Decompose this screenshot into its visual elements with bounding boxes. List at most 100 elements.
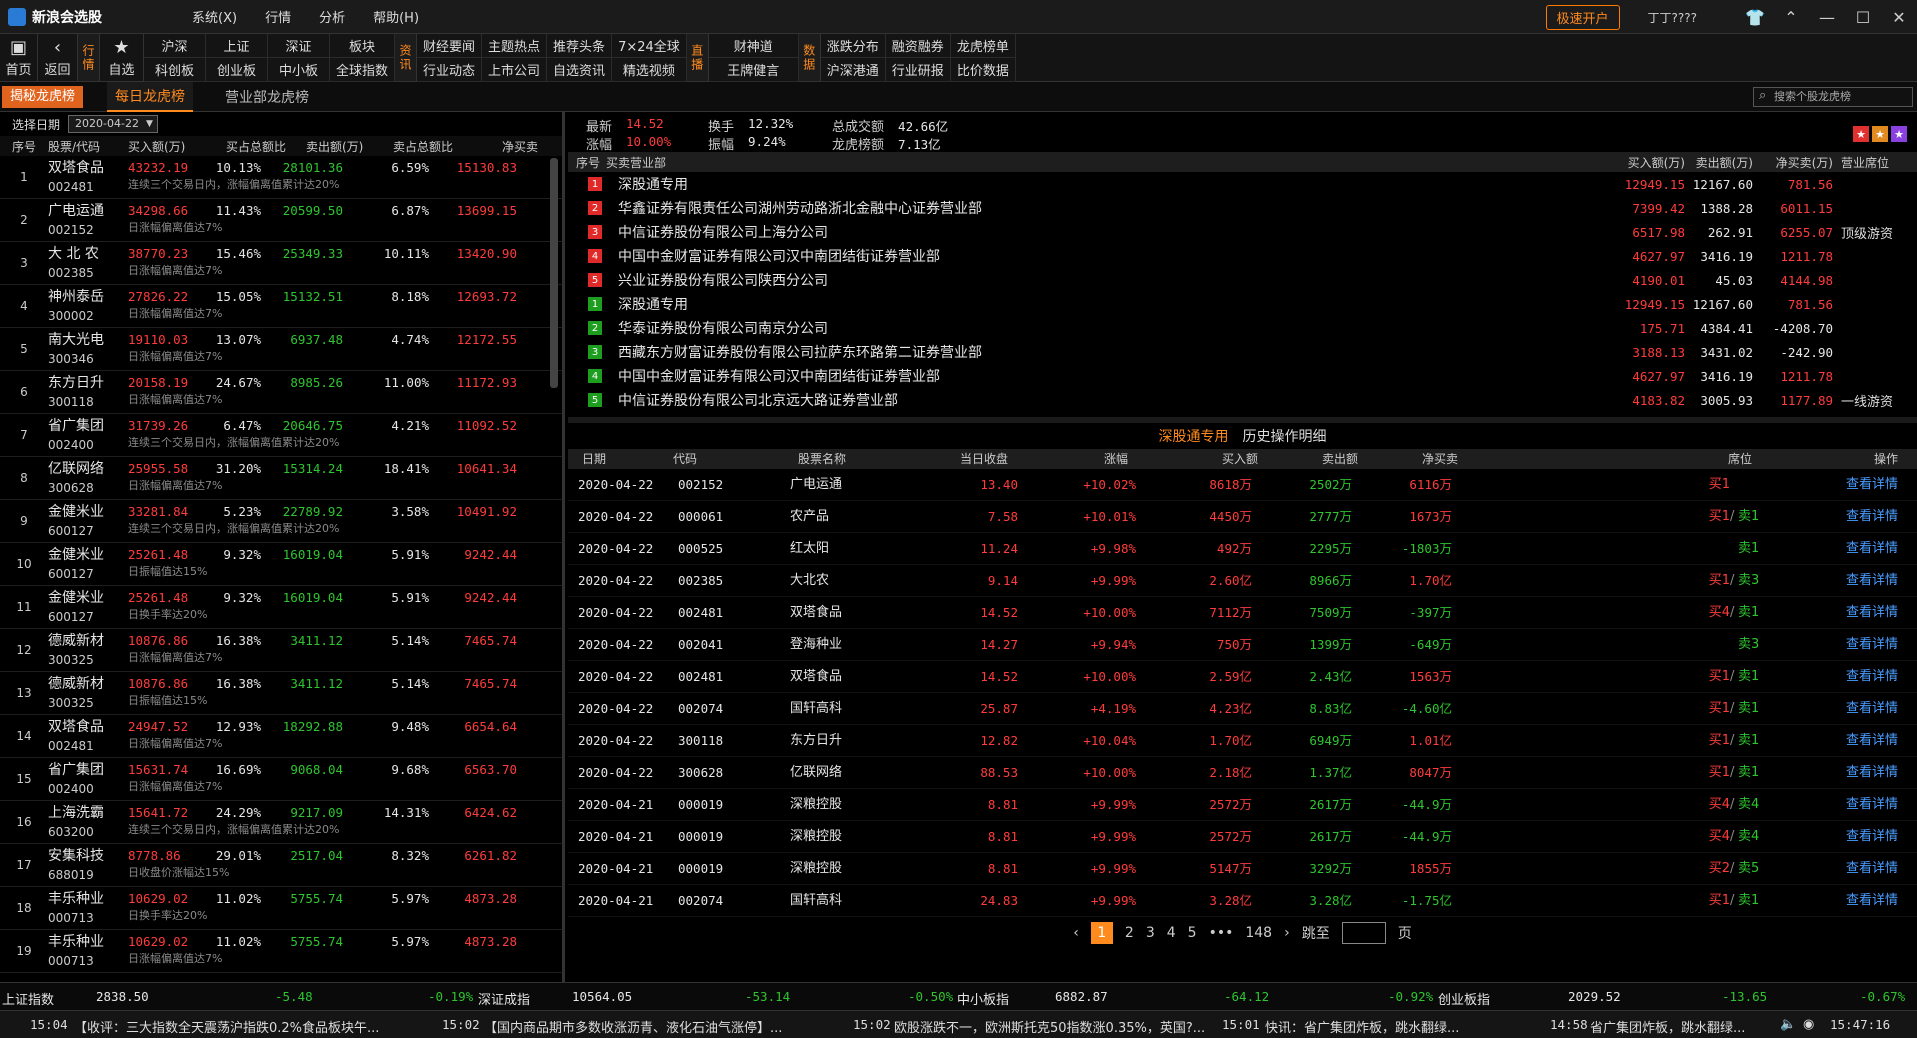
tb-bankuai[interactable]: 板块 bbox=[330, 34, 396, 58]
stock-name[interactable]: 金健米业 bbox=[48, 502, 128, 522]
lhb-row[interactable]: 1 双塔食品 002481 43232.19 10.13% 28101.36 6.59% 15… bbox=[0, 156, 562, 199]
stock-name[interactable]: 省广集团 bbox=[48, 760, 128, 780]
home-button[interactable]: ▣ 首页 bbox=[0, 34, 38, 81]
tb-global-724[interactable]: 7×24全球 bbox=[612, 34, 687, 58]
menu-market[interactable]: 行情 bbox=[265, 7, 291, 26]
index-name[interactable]: 上证指数 bbox=[2, 989, 54, 1008]
tb-headlines[interactable]: 推荐头条 bbox=[547, 34, 613, 58]
view-detail-link[interactable]: 查看详情 bbox=[1846, 725, 1898, 757]
stock-name[interactable]: 德威新材 bbox=[48, 674, 128, 694]
lhb-row[interactable]: 2 广电运通 002152 34298.66 11.43% 20599.50 6.87% 13… bbox=[0, 199, 562, 242]
broker-row[interactable]: 4 中国中金财富证券有限公司汉中南团结街证券营业部 4627.97 3416.19 12… bbox=[568, 244, 1917, 268]
lhb-row[interactable]: 17 安集科技 688019 8778.86 29.01% 2517.04 8.32% 626… bbox=[0, 844, 562, 887]
user-name[interactable]: 丁丁???? bbox=[1648, 9, 1697, 26]
detail-row[interactable]: 2020-04-21 000019 深粮控股 8.81 +9.99% 2572万 2617万… bbox=[568, 789, 1917, 821]
broker-row[interactable]: 5 兴业证券股份有限公司陕西分公司 4190.01 45.03 4144.98 bbox=[568, 268, 1917, 292]
menu-system[interactable]: 系统(X) bbox=[192, 7, 237, 26]
view-detail-link[interactable]: 查看详情 bbox=[1846, 789, 1898, 821]
tb-chuangye[interactable]: 创业板 bbox=[206, 58, 268, 82]
next-page-icon[interactable]: › bbox=[1284, 925, 1290, 941]
lhb-row[interactable]: 12 德威新材 300325 10876.86 16.38% 3411.12 5.14% 74… bbox=[0, 629, 562, 672]
detail-name[interactable]: 深粮控股 bbox=[790, 821, 842, 853]
page-5[interactable]: 5 bbox=[1188, 925, 1197, 941]
detail-row[interactable]: 2020-04-22 000525 红太阳 11.24 +9.98% 492万 2295万 -… bbox=[568, 533, 1917, 565]
tb-hushen[interactable]: 沪深 bbox=[144, 34, 206, 58]
tab-history[interactable]: 历史操作明细 bbox=[1243, 426, 1327, 446]
menu-help[interactable]: 帮助(H) bbox=[373, 7, 419, 26]
detail-row[interactable]: 2020-04-22 300118 东方日升 12.82 +10.04% 1.70亿 694… bbox=[568, 725, 1917, 757]
broker-name[interactable]: 华泰证券股份有限公司南京分公司 bbox=[618, 318, 1258, 338]
list-scrollbar[interactable] bbox=[550, 158, 558, 388]
lhb-row[interactable]: 3 大 北 农 002385 38770.23 15.46% 25349.33 10.11%… bbox=[0, 242, 562, 285]
lhb-row[interactable]: 9 金健米业 600127 33281.84 5.23% 22789.92 3.58% 104… bbox=[0, 500, 562, 543]
tb-research[interactable]: 行业研报 bbox=[885, 58, 951, 82]
broker-name[interactable]: 中国中金财富证券有限公司汉中南团结街证券营业部 bbox=[618, 366, 1258, 386]
detail-row[interactable]: 2020-04-21 002074 国轩高科 24.83 +9.99% 3.28亿 3.28… bbox=[568, 885, 1917, 917]
broker-name[interactable]: 华鑫证券有限责任公司湖州劳动路浙北金融中心证券营业部 bbox=[618, 198, 1258, 218]
stock-name[interactable]: 双塔食品 bbox=[48, 717, 128, 737]
tb-shangzheng[interactable]: 上证 bbox=[206, 34, 268, 58]
lhb-row[interactable]: 16 上海洗霸 603200 15641.72 24.29% 9217.09 14.31% 6… bbox=[0, 801, 562, 844]
view-detail-link[interactable]: 查看详情 bbox=[1846, 469, 1898, 501]
stock-name[interactable]: 省广集团 bbox=[48, 416, 128, 436]
stock-name[interactable]: 德威新材 bbox=[48, 631, 128, 651]
favorites-button[interactable]: ★ 自选 bbox=[100, 34, 144, 81]
view-detail-link[interactable]: 查看详情 bbox=[1846, 533, 1898, 565]
broker-row[interactable]: 3 西藏东方财富证券股份有限公司拉萨东环路第二证券营业部 3188.13 3431.0… bbox=[568, 340, 1917, 364]
index-name[interactable]: 中小板指 bbox=[957, 989, 1009, 1008]
broker-name[interactable]: 兴业证券股份有限公司陕西分公司 bbox=[618, 270, 1258, 290]
menu-analysis[interactable]: 分析 bbox=[319, 7, 345, 26]
back-button[interactable]: ‹ 返回 bbox=[38, 34, 78, 81]
detail-row[interactable]: 2020-04-22 002481 双塔食品 14.52 +10.00% 7112万 750… bbox=[568, 597, 1917, 629]
view-detail-link[interactable]: 查看详情 bbox=[1846, 821, 1898, 853]
stock-name[interactable]: 安集科技 bbox=[48, 846, 128, 866]
view-detail-link[interactable]: 查看详情 bbox=[1846, 661, 1898, 693]
collapse-icon[interactable]: ⌃ bbox=[1773, 8, 1809, 27]
view-detail-link[interactable]: 查看详情 bbox=[1846, 565, 1898, 597]
detail-row[interactable]: 2020-04-21 000019 深粮控股 8.81 +9.99% 5147万 3292万… bbox=[568, 853, 1917, 885]
broker-row[interactable]: 2 华鑫证券有限责任公司湖州劳动路浙北金融中心证券营业部 7399.42 1388.2… bbox=[568, 196, 1917, 220]
lhb-row[interactable]: 4 神州泰岳 300002 27826.22 15.05% 15132.51 8.18% 12… bbox=[0, 285, 562, 328]
star-red-icon[interactable]: ★ bbox=[1853, 126, 1869, 142]
star-orange-icon[interactable]: ★ bbox=[1872, 126, 1888, 142]
open-account-button[interactable]: 极速开户 bbox=[1545, 4, 1620, 30]
stock-name[interactable]: 东方日升 bbox=[48, 373, 128, 393]
tb-caishendao[interactable]: 财神道 bbox=[708, 34, 799, 58]
tab-daily-lhb[interactable]: 每日龙虎榜 bbox=[107, 81, 194, 112]
lhb-row[interactable]: 6 东方日升 300118 20158.19 24.67% 8985.26 11.00% 11… bbox=[0, 371, 562, 414]
close-icon[interactable]: ✕ bbox=[1881, 8, 1917, 27]
detail-row[interactable]: 2020-04-22 002385 大北农 9.14 +9.99% 2.60亿 8966万 1… bbox=[568, 565, 1917, 597]
detail-row[interactable]: 2020-04-21 000019 深粮控股 8.81 +9.99% 2572万 2617万… bbox=[568, 821, 1917, 853]
lhb-row[interactable]: 19 丰乐种业 000713 10629.02 11.02% 5755.74 5.97% 48… bbox=[0, 930, 562, 973]
detail-row[interactable]: 2020-04-22 000061 农产品 7.58 +10.01% 4450万 2777万… bbox=[568, 501, 1917, 533]
view-detail-link[interactable]: 查看详情 bbox=[1846, 853, 1898, 885]
stock-name[interactable]: 广电运通 bbox=[48, 201, 128, 221]
view-detail-link[interactable]: 查看详情 bbox=[1846, 501, 1898, 533]
stock-name[interactable]: 南大光电 bbox=[48, 330, 128, 350]
index-name[interactable]: 深证成指 bbox=[478, 989, 530, 1008]
minimize-icon[interactable]: — bbox=[1809, 8, 1845, 27]
tab-shengutong[interactable]: 深股通专用 bbox=[1159, 426, 1229, 446]
view-detail-link[interactable]: 查看详情 bbox=[1846, 757, 1898, 789]
jump-page-input[interactable] bbox=[1341, 922, 1386, 944]
stock-name[interactable]: 双塔食品 bbox=[48, 158, 128, 178]
page-last[interactable]: 148 bbox=[1245, 925, 1272, 941]
detail-name[interactable]: 红太阳 bbox=[790, 533, 829, 565]
news-item[interactable]: 快讯：省广集团炸板，跳水翻绿... bbox=[1265, 1017, 1459, 1036]
page-1[interactable]: 1 bbox=[1090, 922, 1113, 944]
tb-videos[interactable]: 精选视频 bbox=[612, 58, 687, 82]
tb-updown-dist[interactable]: 涨跌分布 bbox=[820, 34, 886, 58]
view-detail-link[interactable]: 查看详情 bbox=[1846, 885, 1898, 917]
lhb-row[interactable]: 15 省广集团 002400 15631.74 16.69% 9068.04 9.68% 65… bbox=[0, 758, 562, 801]
lhb-row[interactable]: 5 南大光电 300346 19110.03 13.07% 6937.48 4.74% 121… bbox=[0, 328, 562, 371]
stock-name[interactable]: 金健米业 bbox=[48, 545, 128, 565]
detail-row[interactable]: 2020-04-22 002481 双塔食品 14.52 +10.00% 2.59亿 2.4… bbox=[568, 661, 1917, 693]
detail-name[interactable]: 东方日升 bbox=[790, 725, 842, 757]
broker-row[interactable]: 2 华泰证券股份有限公司南京分公司 175.71 4384.41 -4208.70 bbox=[568, 316, 1917, 340]
detail-row[interactable]: 2020-04-22 300628 亿联网络 88.53 +10.00% 2.18亿 1.3… bbox=[568, 757, 1917, 789]
page-2[interactable]: 2 bbox=[1125, 925, 1134, 941]
lhb-row[interactable]: 11 金健米业 600127 25261.48 9.32% 16019.04 5.91% 92… bbox=[0, 586, 562, 629]
news-item[interactable]: 省广集团炸板，跳水翻绿... bbox=[1590, 1017, 1745, 1036]
broker-name[interactable]: 中信证券股份有限公司上海分公司 bbox=[618, 222, 1258, 242]
tag-market[interactable]: 行情 bbox=[78, 34, 100, 81]
